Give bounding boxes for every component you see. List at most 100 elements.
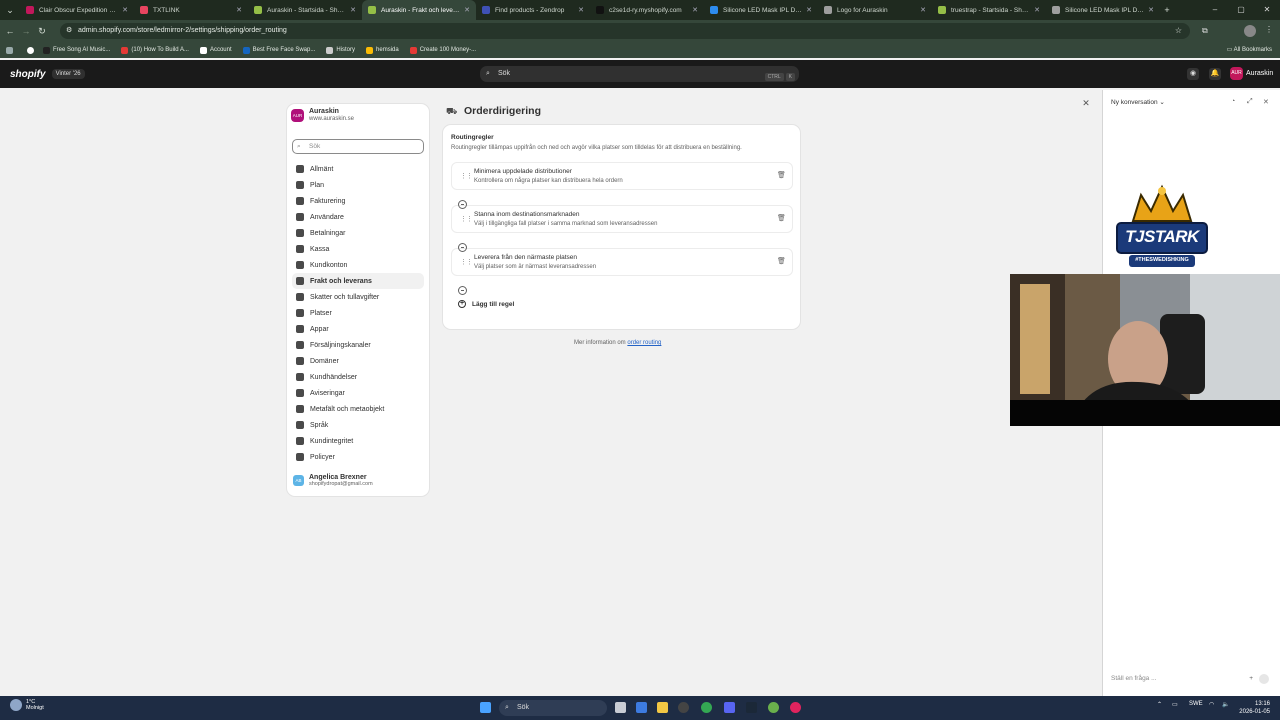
bookmark-star-icon[interactable]: ☆ <box>1175 23 1182 39</box>
app-icon[interactable] <box>790 702 801 713</box>
bookmark-item[interactable]: Account <box>199 46 232 54</box>
delete-icon[interactable]: 🗑 <box>777 171 786 181</box>
order-routing-link[interactable]: order routing <box>627 340 661 346</box>
sidebar-item[interactable]: Användare <box>292 209 424 225</box>
bookmark-item[interactable]: (10) How To Build A... <box>121 46 189 54</box>
browser-tab[interactable]: Silicone LED Mask IPL Device ✕ <box>704 0 818 20</box>
sidebar-item[interactable]: Kundintegritet <box>292 433 424 449</box>
start-icon[interactable] <box>480 702 491 713</box>
sidebar-item[interactable]: Försäljningskanaler <box>292 337 424 353</box>
browser-tab[interactable]: truestrap - Startsida - Shopify ✕ <box>932 0 1046 20</box>
browser-tab[interactable]: Find products - Zendrop ✕ <box>476 0 590 20</box>
drag-handle-icon[interactable]: ⋮⋮ <box>460 258 473 266</box>
minimize-button[interactable]: – <box>1202 0 1228 20</box>
sidebar-item[interactable]: Aviseringar <box>292 385 424 401</box>
bookmark-item[interactable]: Create 100 Money-... <box>409 46 476 54</box>
browser-tab[interactable]: Auraskin - Frakt och leverans ✕ <box>362 0 476 20</box>
store-app-icon[interactable] <box>678 702 689 713</box>
wifi-icon[interactable]: ◠ <box>1209 701 1214 708</box>
task-view-icon[interactable] <box>615 702 626 713</box>
close-panel-icon[interactable]: ✕ <box>1263 98 1269 106</box>
close-tab-icon[interactable]: ✕ <box>1148 6 1154 14</box>
chrome-icon[interactable] <box>701 702 712 713</box>
sidebar-item[interactable]: Platser <box>292 305 424 321</box>
browser-tab[interactable]: Silicone LED Mask IPL Device ✕ <box>1046 0 1160 20</box>
browser-tab[interactable]: TXTLINK ✕ <box>134 0 248 20</box>
settings-search-input[interactable]: ⌕ Sök <box>292 139 424 154</box>
sidebar-item[interactable]: Språk <box>292 417 424 433</box>
url-input[interactable]: ⚙ admin.shopify.com/store/ledmirror-2/se… <box>60 23 1190 39</box>
add-rule-button[interactable]: + Lägg till regel <box>458 300 514 308</box>
close-tab-icon[interactable]: ✕ <box>920 6 926 14</box>
discord-icon[interactable] <box>724 702 735 713</box>
language-indicator[interactable]: SWE <box>1189 701 1203 707</box>
routing-rule[interactable]: ⋮⋮ Stanna inom destinationsmarknaden Välj … <box>451 205 793 233</box>
sidebar-item[interactable]: Policyer <box>292 449 424 465</box>
sidebar-item[interactable]: Appar <box>292 321 424 337</box>
bookmark-item[interactable]: Free Song AI Music... <box>43 46 110 54</box>
routing-rule[interactable]: ⋮⋮ Minimera uppdelade distributioner Kontr… <box>451 162 793 190</box>
sidebar-item[interactable]: Kundkonton <box>292 257 424 273</box>
user-profile[interactable]: AB Angelica Brexner shopifydropat@gmail.… <box>293 474 373 487</box>
store-menu-button[interactable]: AUR Auraskin <box>1230 67 1273 80</box>
sidebar-item[interactable]: Plan <box>292 177 424 193</box>
delete-icon[interactable]: 🗑 <box>777 257 786 267</box>
global-search-input[interactable]: ⌕ Sök CTRL K <box>480 66 799 82</box>
apps-icon[interactable] <box>6 46 16 54</box>
bookmark-item[interactable]: hemsida <box>366 46 399 54</box>
plus-icon[interactable]: + <box>1249 672 1253 686</box>
bookmark-item[interactable]: Best Free Face Swap... <box>242 46 315 54</box>
close-tab-icon[interactable]: ✕ <box>464 6 470 14</box>
sidebar-item[interactable]: Domäner <box>292 353 424 369</box>
reload-icon[interactable]: ↻ <box>34 26 50 37</box>
browser-tab[interactable]: Auraskin - Startsida - Shopify ✕ <box>248 0 362 20</box>
maximize-button[interactable]: ▢ <box>1228 0 1254 20</box>
sidebar-item[interactable]: Betalningar <box>292 225 424 241</box>
site-info-icon[interactable]: ⚙ <box>66 23 72 39</box>
back-icon[interactable]: ← <box>2 26 18 36</box>
sidebar-item[interactable]: Frakt och leverans <box>292 273 424 289</box>
send-icon[interactable] <box>1259 674 1269 684</box>
sidebar-item[interactable]: Kassa <box>292 241 424 257</box>
forward-icon[interactable]: → <box>18 26 34 36</box>
history-icon[interactable]: ◔ <box>1231 98 1235 105</box>
weather-widget[interactable]: 1°C Molnigt <box>26 699 44 711</box>
close-tab-icon[interactable]: ✕ <box>806 6 812 14</box>
conversation-selector[interactable]: Ny konversation ⌄ <box>1111 98 1165 106</box>
browser-tab[interactable]: c2se1d-ry.myshopify.com ✕ <box>590 0 704 20</box>
volume-icon[interactable]: 🔈 <box>1222 701 1229 708</box>
sidekick-icon[interactable]: ◉ <box>1187 68 1199 80</box>
all-bookmarks[interactable]: ▭ All Bookmarks <box>1227 46 1272 53</box>
close-tab-icon[interactable]: ✕ <box>692 6 698 14</box>
tab-search-icon[interactable]: ⌄ <box>0 5 20 16</box>
close-tab-icon[interactable]: ✕ <box>1034 6 1040 14</box>
expand-icon[interactable]: ⤢ <box>1247 98 1253 106</box>
extensions-icon[interactable]: ⧉ <box>1202 26 1208 36</box>
bookmark-icon[interactable] <box>27 46 37 54</box>
close-window-button[interactable]: ✕ <box>1254 0 1280 20</box>
browser-menu-icon[interactable]: ⋮ <box>1265 25 1273 34</box>
sidebar-item[interactable]: Kundhändelser <box>292 369 424 385</box>
tray-chevron-icon[interactable]: ⌃ <box>1157 701 1162 708</box>
close-tab-icon[interactable]: ✕ <box>236 6 242 14</box>
routing-rule[interactable]: ⋮⋮ Leverera från den närmaste platsen Välj… <box>451 248 793 276</box>
steam-icon[interactable] <box>746 702 757 713</box>
drag-handle-icon[interactable]: ⋮⋮ <box>460 215 473 223</box>
sidebar-item[interactable]: Fakturering <box>292 193 424 209</box>
close-tab-icon[interactable]: ✕ <box>350 6 356 14</box>
sidebar-item[interactable]: Allmänt <box>292 161 424 177</box>
close-tab-icon[interactable]: ✕ <box>578 6 584 14</box>
browser-tab[interactable]: Logo for Auraskin ✕ <box>818 0 932 20</box>
ask-input[interactable]: Ställ en fråga ... + <box>1111 672 1273 686</box>
new-tab-button[interactable]: + <box>1160 5 1174 15</box>
taskbar-search[interactable]: ⌕ Sök <box>499 700 607 716</box>
clock[interactable]: 13:16 2026-01-05 <box>1238 700 1270 716</box>
sidebar-item[interactable]: Metafält och metaobjekt <box>292 401 424 417</box>
drag-handle-icon[interactable]: ⋮⋮ <box>460 172 473 180</box>
notifications-icon[interactable]: 🔔 <box>1209 68 1221 80</box>
tray-app-icon[interactable]: ▭ <box>1172 701 1178 708</box>
sidebar-item[interactable]: Skatter och tullavgifter <box>292 289 424 305</box>
close-tab-icon[interactable]: ✕ <box>122 6 128 14</box>
profile-icon[interactable] <box>1244 25 1256 37</box>
delete-icon[interactable]: 🗑 <box>777 214 786 224</box>
